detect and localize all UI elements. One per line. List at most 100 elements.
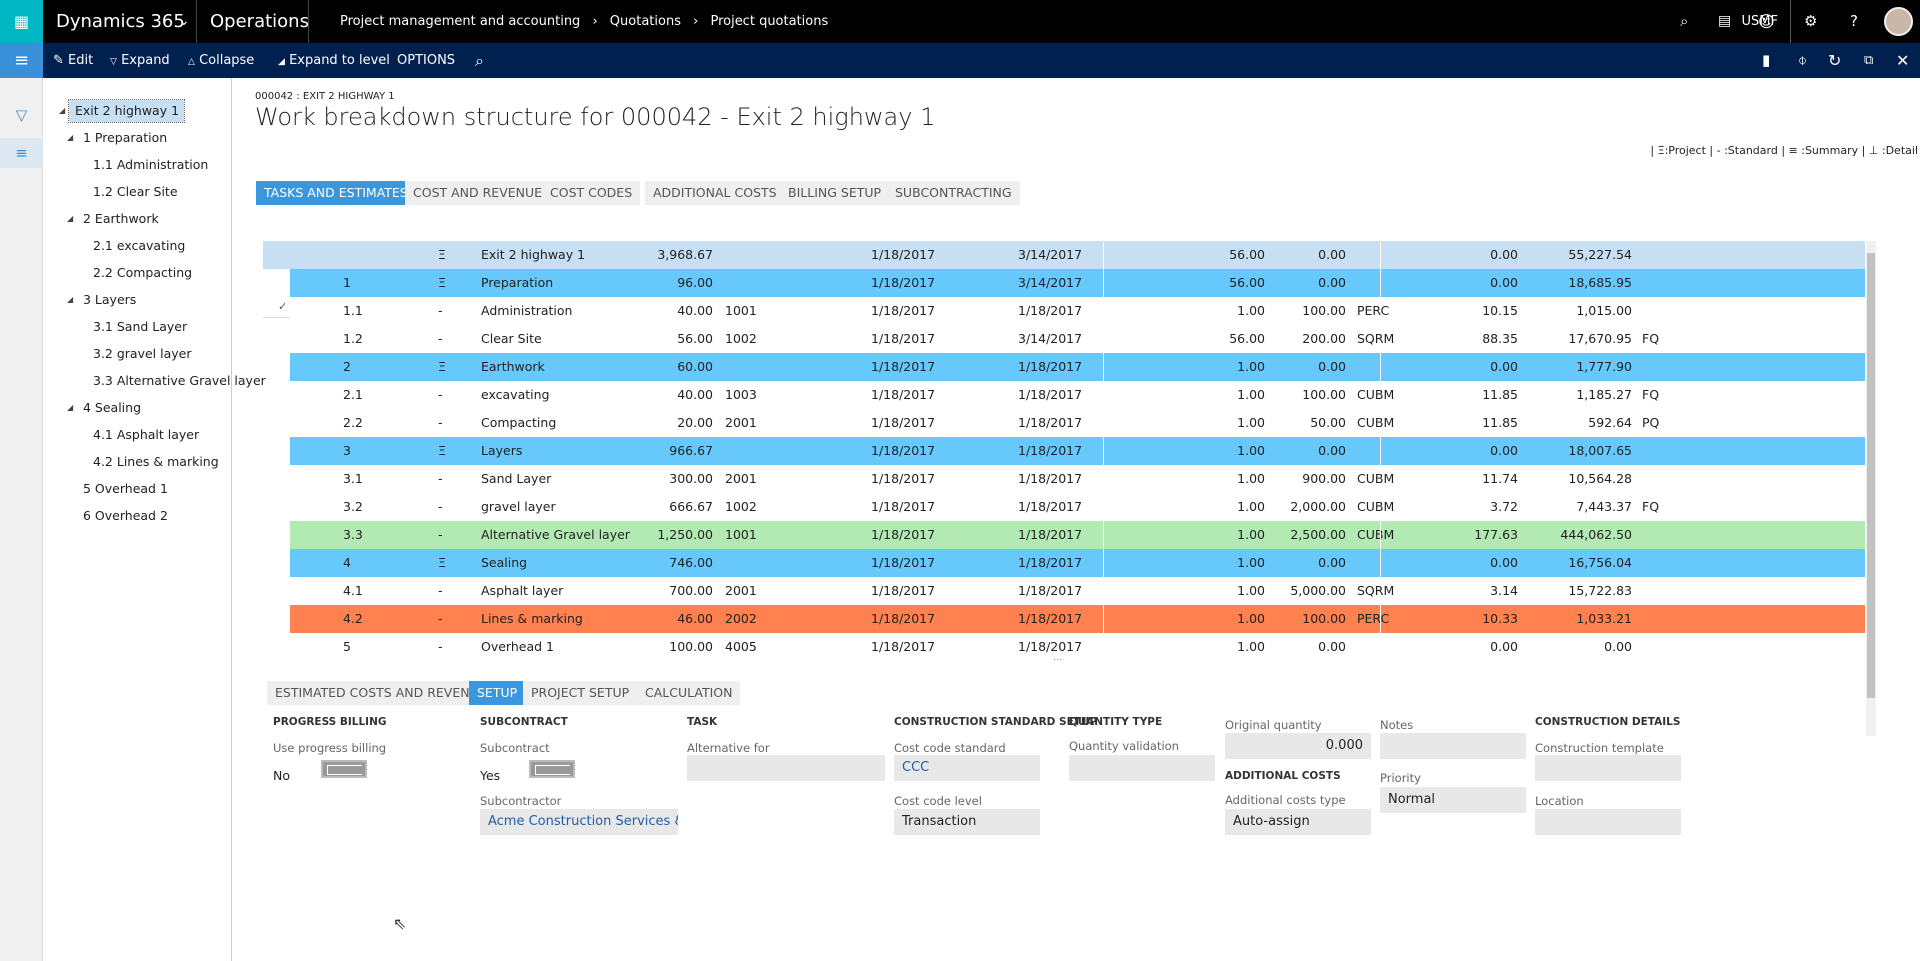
hamburger-menu-icon[interactable]: ≡	[0, 43, 43, 78]
table-row[interactable]: 2 Ξ Earthwork 60.00 1/18/2017 1/18/2017 1.00 0.…	[290, 353, 1865, 381]
detail-tab-setup[interactable]: SETUP	[469, 681, 526, 705]
original-quantity-field[interactable]: 0.000	[1225, 733, 1371, 759]
app-launcher-icon[interactable]: ▦	[0, 0, 43, 43]
tree-item[interactable]: 5 Overhead 1	[77, 478, 174, 500]
table-row[interactable]: 1.1 - Administration 40.00 1001 1/18/2017 1/18…	[290, 297, 1865, 325]
scrollbar[interactable]	[1866, 241, 1876, 736]
app-name[interactable]: Dynamics 365	[56, 0, 185, 43]
tree-item[interactable]: 3 Layers	[77, 289, 142, 311]
table-row[interactable]: Ξ Exit 2 highway 1 3,968.67 1/18/2017 3/14/2…	[263, 241, 1865, 269]
quantity-type-header: QUANTITY TYPE	[1069, 716, 1163, 728]
message-icon[interactable]: ▤	[1718, 0, 1731, 43]
column-header[interactable]: ✓	[278, 300, 287, 313]
alternative-for-field[interactable]	[687, 755, 885, 781]
search-icon[interactable]: ⌕	[475, 43, 484, 78]
cost-code-level-field[interactable]: Transaction	[894, 809, 1040, 835]
chevron-right-icon: ›	[693, 14, 699, 29]
detail-tab-project-setup[interactable]: PROJECT SETUP	[523, 681, 638, 705]
gear-icon[interactable]: ⚙	[1804, 0, 1817, 43]
tree-item[interactable]: 2.2 Compacting	[87, 262, 198, 284]
tab-cost-and-revenue[interactable]: COST AND REVENUE	[405, 181, 551, 205]
chevron-down-icon[interactable]: ⌄	[178, 0, 190, 43]
tab-tasks-and-estimates[interactable]: TASKS AND ESTIMATES	[256, 181, 416, 205]
use-progress-billing-toggle[interactable]	[321, 760, 367, 778]
help-icon[interactable]: ?	[1850, 0, 1858, 43]
refresh-icon[interactable]: ↻	[1828, 43, 1841, 78]
detail-tab-estimated-costs-and-revenues[interactable]: ESTIMATED COSTS AND REVENUES	[267, 681, 503, 705]
resize-grip[interactable]: ···	[1053, 655, 1063, 666]
cell-divider	[1380, 437, 1381, 465]
tree-item[interactable]: 4 Sealing	[77, 397, 147, 419]
table-cell: 1/18/2017	[1018, 639, 1083, 654]
tree-item[interactable]: 4.1 Asphalt layer	[87, 424, 205, 446]
breadcrumb-item[interactable]: Project quotations	[710, 14, 828, 29]
tree-item[interactable]: 6 Overhead 2	[77, 505, 174, 527]
table-cell: 3,968.67	[657, 247, 713, 262]
tree-item[interactable]: 3.2 gravel layer	[87, 343, 197, 365]
scrollbar-thumb[interactable]	[1867, 253, 1875, 698]
table-row[interactable]: 4 Ξ Sealing 746.00 1/18/2017 1/18/2017 1.00 0.0…	[290, 549, 1865, 577]
avatar[interactable]	[1884, 7, 1913, 36]
feedback-smiley-icon[interactable]: ☺	[1758, 0, 1775, 43]
breadcrumb-item[interactable]: Quotations	[610, 14, 681, 29]
collapse-button[interactable]: △ Collapse	[188, 43, 254, 78]
open-new-window-icon[interactable]: ⧉	[1864, 43, 1873, 78]
table-row[interactable]: 3.2 - gravel layer 666.67 1002 1/18/2017 1/18/…	[290, 493, 1865, 521]
list-icon[interactable]: ≡	[0, 138, 43, 168]
edit-button[interactable]: ✎ Edit	[53, 43, 93, 78]
tab-cost-codes[interactable]: COST CODES	[542, 181, 641, 205]
table-cell: 1001	[725, 527, 757, 542]
table-row[interactable]: 4.2 - Lines & marking 46.00 2002 1/18/2017 1/1…	[290, 605, 1865, 633]
notes-field[interactable]	[1380, 733, 1526, 759]
additional-costs-type-label: Additional costs type	[1225, 793, 1346, 807]
expand-arrow-icon[interactable]: ◢	[67, 403, 73, 412]
table-row[interactable]: 3 Ξ Layers 966.67 1/18/2017 1/18/2017 1.00 0.00…	[290, 437, 1865, 465]
tab-additional-costs[interactable]: ADDITIONAL COSTS	[645, 181, 785, 205]
tree-item[interactable]: 1.2 Clear Site	[87, 181, 184, 203]
detail-tab-calculation[interactable]: CALCULATION	[637, 681, 741, 705]
additional-costs-type-field[interactable]: Auto-assign	[1225, 809, 1371, 835]
expand-arrow-icon[interactable]: ◢	[67, 295, 73, 304]
expand-to-level-button[interactable]: ◢ Expand to level	[278, 43, 390, 78]
cost-code-level-label: Cost code level	[894, 794, 982, 808]
expand-arrow-icon[interactable]: ◢	[67, 214, 73, 223]
tree-item[interactable]: 2 Earthwork	[77, 208, 165, 230]
subcontract-toggle[interactable]	[529, 760, 575, 778]
priority-field[interactable]: Normal	[1380, 787, 1526, 813]
table-cell: 1,777.90	[1576, 359, 1632, 374]
expand-arrow-icon[interactable]: ◢	[67, 133, 73, 142]
options-button[interactable]: OPTIONS	[397, 43, 455, 78]
attachment-icon[interactable]: ⌽	[1798, 43, 1807, 78]
subcontractor-field[interactable]: Acme Construction Services & ...	[480, 809, 678, 835]
cost-code-standard-field[interactable]: CCC	[894, 755, 1040, 781]
tab-subcontracting[interactable]: SUBCONTRACTING	[887, 181, 1020, 205]
search-icon[interactable]: ⌕	[1680, 0, 1688, 43]
table-row[interactable]: 1.2 - Clear Site 56.00 1002 1/18/2017 3/14/201…	[290, 325, 1865, 353]
tree-item[interactable]: 1.1 Administration	[87, 154, 214, 176]
table-row[interactable]: 1 Ξ Preparation 96.00 1/18/2017 3/14/2017 56.0…	[290, 269, 1865, 297]
tree-item[interactable]: 3.1 Sand Layer	[87, 316, 193, 338]
tree-item[interactable]: Exit 2 highway 1	[68, 99, 185, 123]
table-row[interactable]: 2.1 - excavating 40.00 1003 1/18/2017 1/18/201…	[290, 381, 1865, 409]
location-field[interactable]	[1535, 809, 1681, 835]
tree-item[interactable]: 1 Preparation	[77, 127, 173, 149]
close-icon[interactable]: ✕	[1896, 43, 1909, 78]
module-name[interactable]: Operations	[210, 0, 309, 43]
filter-icon[interactable]: ▽	[0, 106, 43, 128]
tree-item[interactable]: 4.2 Lines & marking	[87, 451, 225, 473]
quantity-validation-field[interactable]	[1069, 755, 1215, 781]
table-row[interactable]: 3.1 - Sand Layer 300.00 2001 1/18/2017 1/18/20…	[290, 465, 1865, 493]
table-cell: 1/18/2017	[1018, 583, 1083, 598]
table-cell: Sealing	[481, 555, 528, 570]
expand-button[interactable]: ▽ Expand	[110, 43, 170, 78]
tree-item[interactable]: 2.1 excavating	[87, 235, 191, 257]
tab-billing-setup[interactable]: BILLING SETUP	[780, 181, 890, 205]
table-row[interactable]: 2.2 - Compacting 20.00 2001 1/18/2017 1/18/201…	[290, 409, 1865, 437]
office-icon[interactable]: ▮	[1762, 43, 1770, 78]
expand-arrow-icon[interactable]: ◢	[59, 106, 65, 115]
table-row[interactable]: 5 - Overhead 1 100.00 4005 1/18/2017 1/18/2017…	[290, 633, 1865, 661]
table-row[interactable]: 3.3- Alternative Gravel layer 1,250.00 1001…	[290, 521, 1865, 549]
construction-template-field[interactable]	[1535, 755, 1681, 781]
breadcrumb-item[interactable]: Project management and accounting	[340, 14, 580, 29]
table-row[interactable]: 4.1 - Asphalt layer 700.00 2001 1/18/2017 1/18…	[290, 577, 1865, 605]
